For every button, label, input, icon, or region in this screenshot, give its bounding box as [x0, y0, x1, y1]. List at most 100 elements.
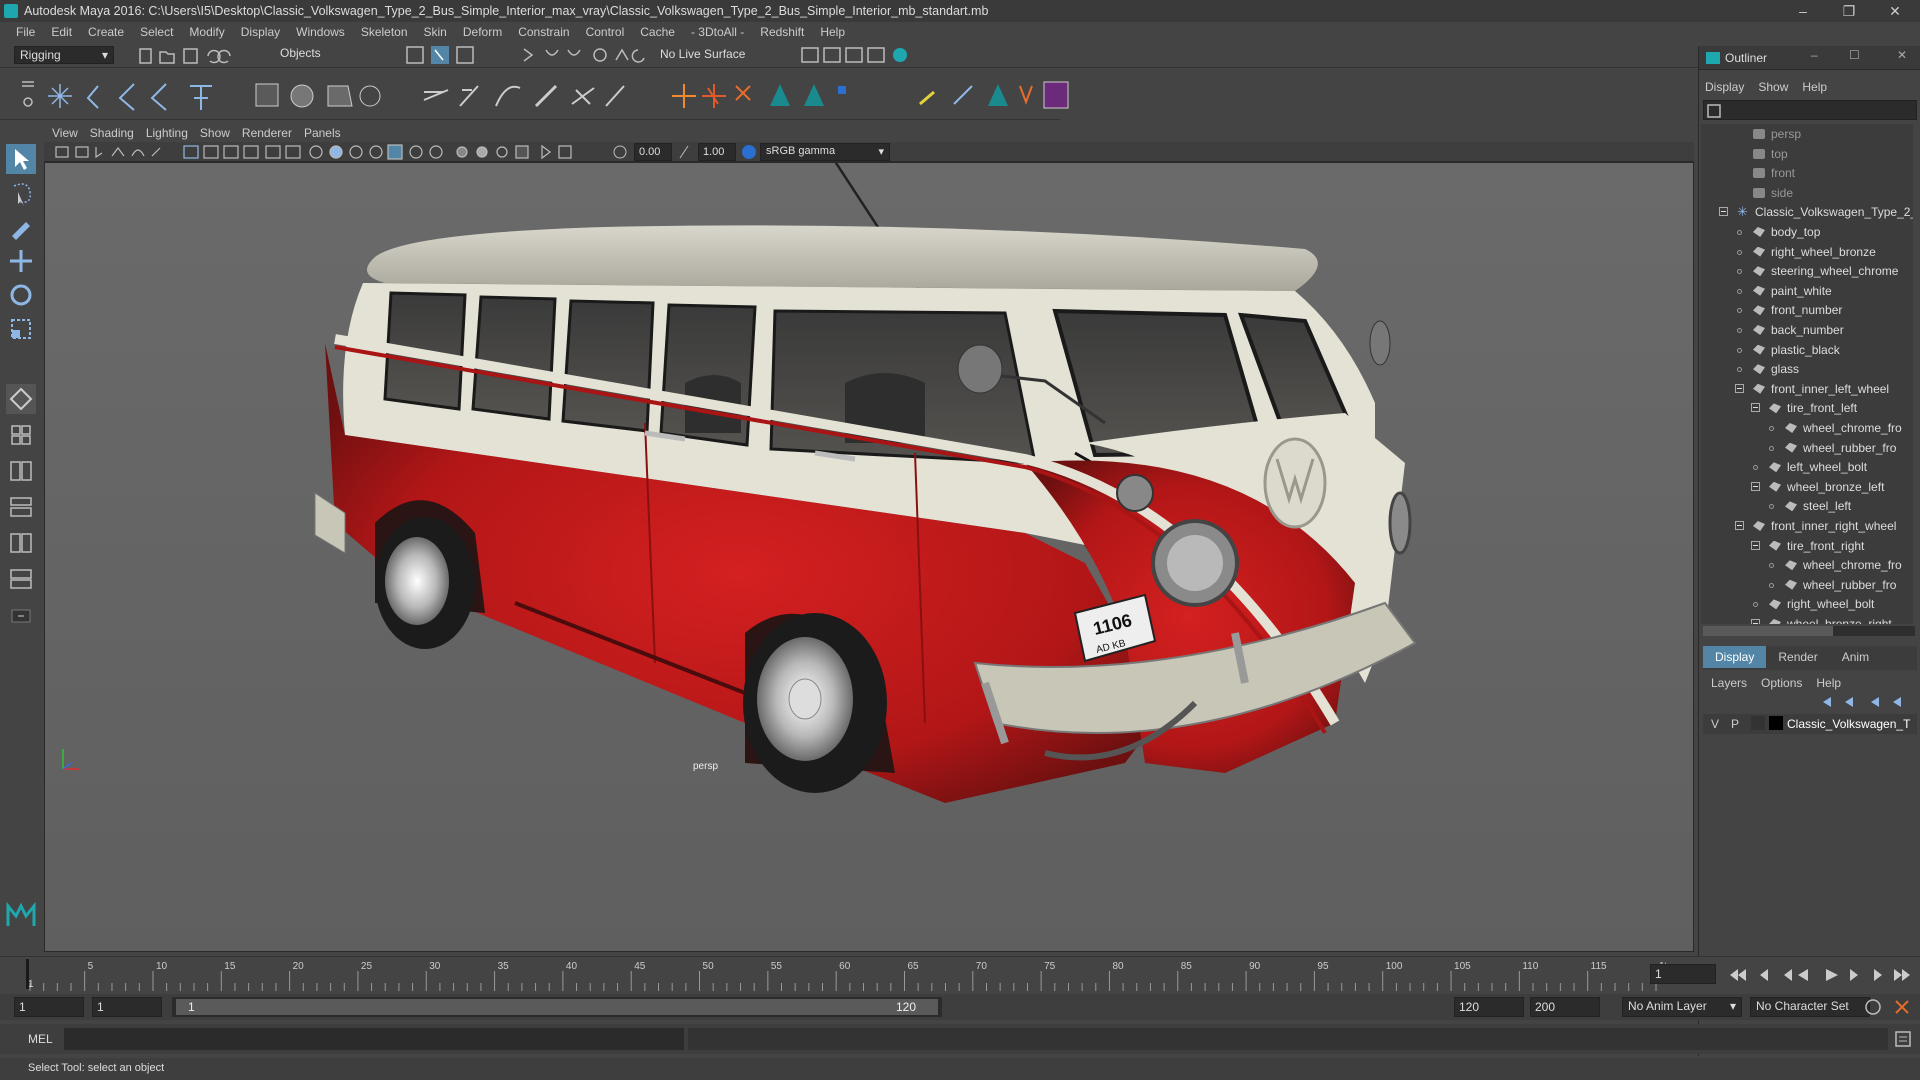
select-tool-icon[interactable]: [6, 144, 36, 174]
menu-select[interactable]: Select: [132, 22, 181, 42]
layer-visibility-toggle[interactable]: V: [1711, 717, 1719, 731]
gamma-field[interactable]: 1.00: [698, 143, 736, 161]
snap-icons[interactable]: [520, 45, 650, 65]
outliner-item[interactable]: wheel_rubber_fro: [1701, 438, 1913, 458]
rotate-tool-icon[interactable]: [6, 280, 36, 310]
outliner-item[interactable]: tire_front_left: [1701, 398, 1913, 418]
menu-deform[interactable]: Deform: [455, 22, 510, 42]
file-icons-group[interactable]: [138, 46, 248, 66]
expand-toggle-icon[interactable]: [1735, 521, 1744, 530]
outliner-item[interactable]: wheel_bronze_left: [1701, 477, 1913, 497]
layer-playback-toggle[interactable]: P: [1731, 717, 1739, 731]
outliner-item[interactable]: back_number: [1701, 320, 1913, 340]
current-time-marker[interactable]: [26, 959, 29, 989]
perspective-viewport[interactable]: 1106 AD KB persp: [44, 162, 1694, 952]
color-management-icon[interactable]: [740, 143, 758, 161]
outliner-horizontal-scrollbar[interactable]: [1703, 626, 1915, 636]
outliner-item[interactable]: left_wheel_bolt: [1701, 457, 1913, 477]
outliner-item[interactable]: persp: [1701, 124, 1913, 144]
viewport-menu-show[interactable]: Show: [200, 124, 242, 142]
outliner-item[interactable]: wheel_rubber_fro: [1701, 575, 1913, 595]
outliner-item[interactable]: paint_white: [1701, 281, 1913, 301]
joint-tools-icons[interactable]: [48, 78, 228, 114]
menu-skeleton[interactable]: Skeleton: [353, 22, 416, 42]
render-icons[interactable]: [800, 45, 910, 65]
layer-name[interactable]: Classic_Volkswagen_T: [1787, 717, 1910, 731]
viewport-menu-view[interactable]: View: [52, 124, 90, 142]
range-slider-bar[interactable]: 1 120: [176, 999, 938, 1015]
playback-start-field[interactable]: 1: [92, 997, 162, 1017]
outliner-item[interactable]: ✳ Classic_Volkswagen_Type_2_E: [1701, 202, 1913, 222]
outliner-item[interactable]: front_number: [1701, 300, 1913, 320]
menu-display[interactable]: Display: [233, 22, 288, 42]
outliner-item[interactable]: side: [1701, 183, 1913, 203]
playback-end-field[interactable]: 120: [1454, 997, 1524, 1017]
outliner-item[interactable]: top: [1701, 144, 1913, 164]
menu-edit[interactable]: Edit: [43, 22, 80, 42]
time-slider[interactable]: 1 5 10 15 20 25 30 35 40 45 50 55 60 65 70 75 80 85 90 95 10…: [0, 956, 1920, 994]
expand-toggle-icon[interactable]: [1751, 403, 1760, 413]
select-by-icons[interactable]: [405, 45, 485, 65]
close-button[interactable]: ✕: [1872, 0, 1918, 22]
scene-start-field[interactable]: 1: [14, 997, 84, 1017]
menu-skin[interactable]: Skin: [416, 22, 455, 42]
persp-graph-layout-icon[interactable]: [6, 492, 36, 522]
outliner-item[interactable]: front: [1701, 163, 1913, 183]
deform-tools-icons[interactable]: [420, 78, 630, 114]
outliner-item[interactable]: wheel_chrome_fro: [1701, 418, 1913, 438]
lasso-tool-icon[interactable]: [6, 178, 36, 208]
layer-menu-layers[interactable]: Layers: [1711, 676, 1747, 690]
outliner-minimize-button[interactable]: –: [1811, 48, 1818, 62]
outliner-item[interactable]: plastic_black: [1701, 340, 1913, 360]
layer-type-toggle[interactable]: [1751, 716, 1765, 730]
constraint-tools-icons[interactable]: [670, 76, 1070, 116]
menu-cache[interactable]: Cache: [632, 22, 683, 42]
restore-button[interactable]: ❐: [1826, 0, 1872, 22]
outliner-item[interactable]: wheel_bronze_right: [1701, 614, 1913, 624]
outliner-search-field[interactable]: [1703, 100, 1917, 120]
anim-layer-dropdown[interactable]: No Anim Layer ▾: [1622, 997, 1742, 1017]
current-frame-field[interactable]: 1: [1650, 964, 1716, 984]
persp-outliner-layout-icon[interactable]: [6, 528, 36, 558]
menu-file[interactable]: File: [8, 22, 43, 42]
colorspace-dropdown[interactable]: sRGB gamma ▾: [760, 143, 890, 161]
custom-layout-icon[interactable]: [6, 600, 36, 630]
move-tool-icon[interactable]: [6, 246, 36, 276]
menu-redshift[interactable]: Redshift: [752, 22, 812, 42]
filter-icon[interactable]: [1707, 104, 1721, 118]
outliner-menu-display[interactable]: Display: [1705, 80, 1744, 94]
expand-toggle-icon[interactable]: [1719, 207, 1728, 217]
anim-prefs-icons[interactable]: [1864, 998, 1914, 1016]
minimize-button[interactable]: –: [1780, 0, 1826, 22]
exposure-field[interactable]: 0.00: [634, 143, 672, 161]
menu-3dtoall[interactable]: - 3DtoAll -: [683, 22, 752, 42]
skin-tools-icons[interactable]: [252, 78, 382, 114]
layer-color-swatch[interactable]: [1769, 716, 1783, 730]
expand-toggle-icon[interactable]: [1735, 383, 1744, 393]
range-slider-track[interactable]: 1 120: [172, 997, 942, 1017]
shelf-options-icon[interactable]: [18, 78, 38, 114]
layer-menu-options[interactable]: Options: [1761, 676, 1802, 690]
outliner-item[interactable]: steering_wheel_chrome: [1701, 261, 1913, 281]
expand-toggle-icon[interactable]: [1751, 481, 1760, 491]
side-by-side-layout-icon[interactable]: [6, 456, 36, 486]
character-set-dropdown[interactable]: No Character Set: [1750, 997, 1870, 1017]
outliner-item[interactable]: front_inner_right_wheel: [1701, 516, 1913, 536]
single-perspective-layout-icon[interactable]: [6, 384, 36, 414]
scene-end-field[interactable]: 200: [1530, 997, 1600, 1017]
menu-help[interactable]: Help: [812, 22, 853, 42]
outliner-item[interactable]: glass: [1701, 359, 1913, 379]
hypershade-layout-icon[interactable]: [6, 564, 36, 594]
menu-windows[interactable]: Windows: [288, 22, 353, 42]
timeline-ruler[interactable]: 15 10 15 20 25 30 35 40 45 50 55 60 65 70 75 80 85 90 95 10…: [26, 957, 1666, 991]
outliner-item[interactable]: tire_front_right: [1701, 536, 1913, 556]
outliner-menu-help[interactable]: Help: [1802, 80, 1827, 94]
viewport-menu-renderer[interactable]: Renderer: [242, 124, 304, 142]
outliner-menu-show[interactable]: Show: [1758, 80, 1788, 94]
menu-control[interactable]: Control: [578, 22, 633, 42]
command-input[interactable]: [64, 1028, 684, 1050]
layer-tab-anim[interactable]: Anim: [1830, 646, 1881, 668]
gamma-icon[interactable]: [676, 144, 696, 160]
menu-set-dropdown[interactable]: Rigging ▾: [14, 46, 114, 64]
outliner-item[interactable]: body_top: [1701, 222, 1913, 242]
